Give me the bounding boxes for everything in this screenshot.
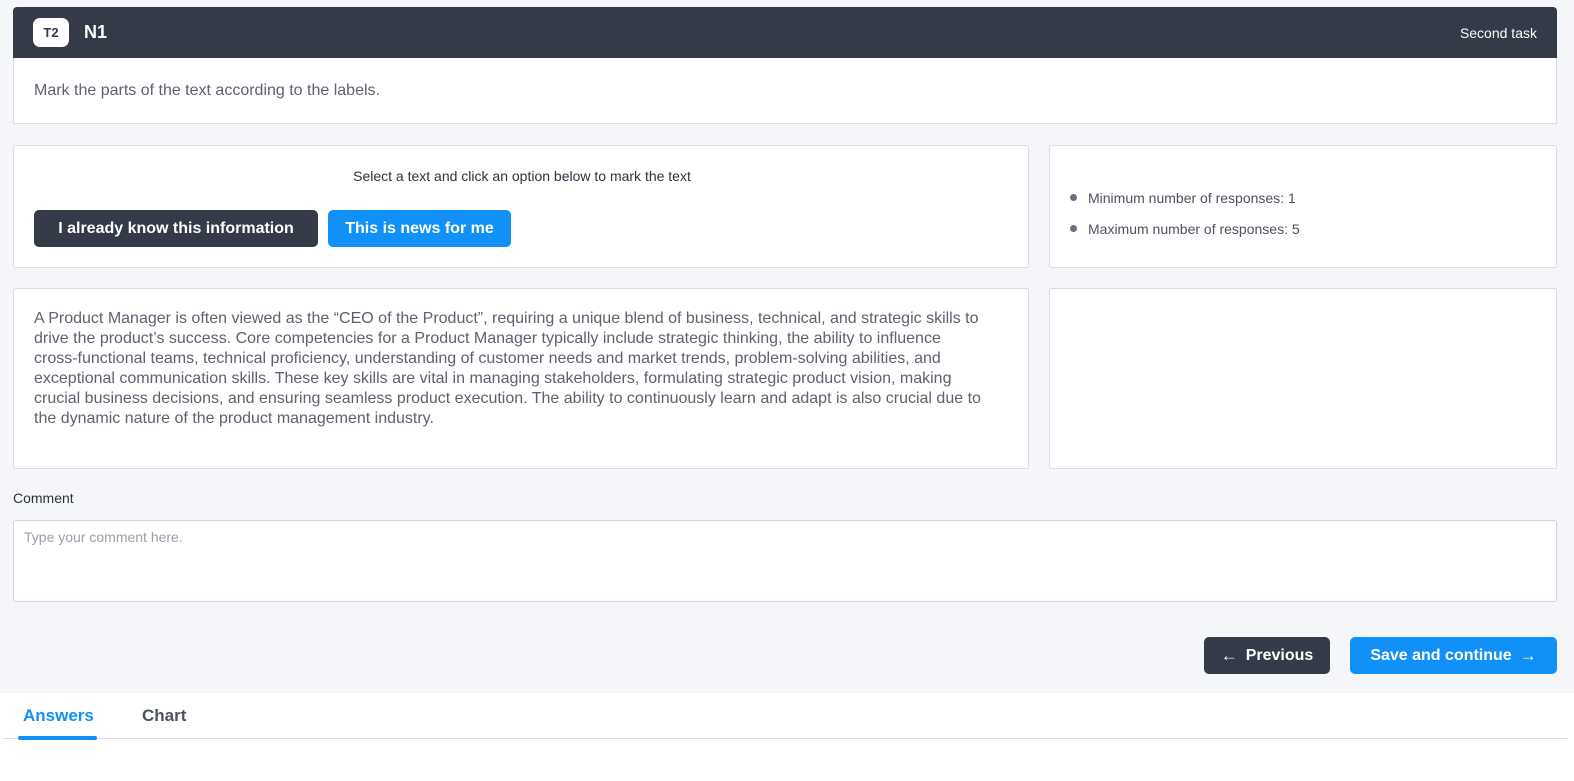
label-known-button[interactable]: I already know this information bbox=[34, 210, 318, 247]
tab-chart[interactable]: Chart bbox=[142, 706, 186, 726]
passage-panel: A Product Manager is often viewed as the… bbox=[13, 288, 1029, 469]
tab-answers[interactable]: Answers bbox=[23, 706, 94, 726]
label-news-button[interactable]: This is news for me bbox=[328, 210, 511, 247]
results-tabs: Answers Chart bbox=[0, 693, 1574, 781]
bullet-icon bbox=[1070, 225, 1077, 232]
comment-label: Comment bbox=[13, 490, 74, 506]
task-label: Second task bbox=[1459, 24, 1537, 41]
task-header: T2 N1 Second task bbox=[13, 7, 1557, 58]
active-tab-indicator bbox=[18, 736, 97, 740]
marked-answers-panel bbox=[1049, 288, 1557, 469]
task-badge: T2 bbox=[33, 18, 69, 47]
save-and-continue-label: Save and continue bbox=[1370, 646, 1512, 664]
comment-field[interactable] bbox=[13, 520, 1557, 602]
save-and-continue-button[interactable]: Save and continue → bbox=[1350, 637, 1557, 674]
tabs-divider bbox=[3, 738, 1567, 739]
label-selection-panel: Select a text and click an option below … bbox=[13, 145, 1029, 268]
arrow-right-icon: → bbox=[1519, 645, 1537, 665]
response-rules-panel: Minimum number of responses: 1 Maximum n… bbox=[1049, 145, 1557, 268]
selection-hint: Select a text and click an option below … bbox=[353, 168, 691, 184]
arrow-left-icon: ← bbox=[1220, 645, 1238, 665]
rule-item: Maximum number of responses: 5 bbox=[1070, 213, 1300, 244]
bullet-icon bbox=[1070, 194, 1077, 201]
previous-button-label: Previous bbox=[1245, 646, 1314, 664]
task-name: N1 bbox=[84, 22, 108, 42]
rule-max-responses: Maximum number of responses: 5 bbox=[1088, 220, 1300, 237]
rule-item: Minimum number of responses: 1 bbox=[1070, 182, 1300, 213]
markable-passage[interactable]: A Product Manager is often viewed as the… bbox=[34, 309, 984, 429]
response-rules-list: Minimum number of responses: 1 Maximum n… bbox=[1070, 182, 1300, 244]
task-instruction: Mark the parts of the text according to … bbox=[13, 58, 1557, 124]
previous-button[interactable]: ← Previous bbox=[1204, 637, 1330, 674]
rule-min-responses: Minimum number of responses: 1 bbox=[1088, 189, 1296, 206]
